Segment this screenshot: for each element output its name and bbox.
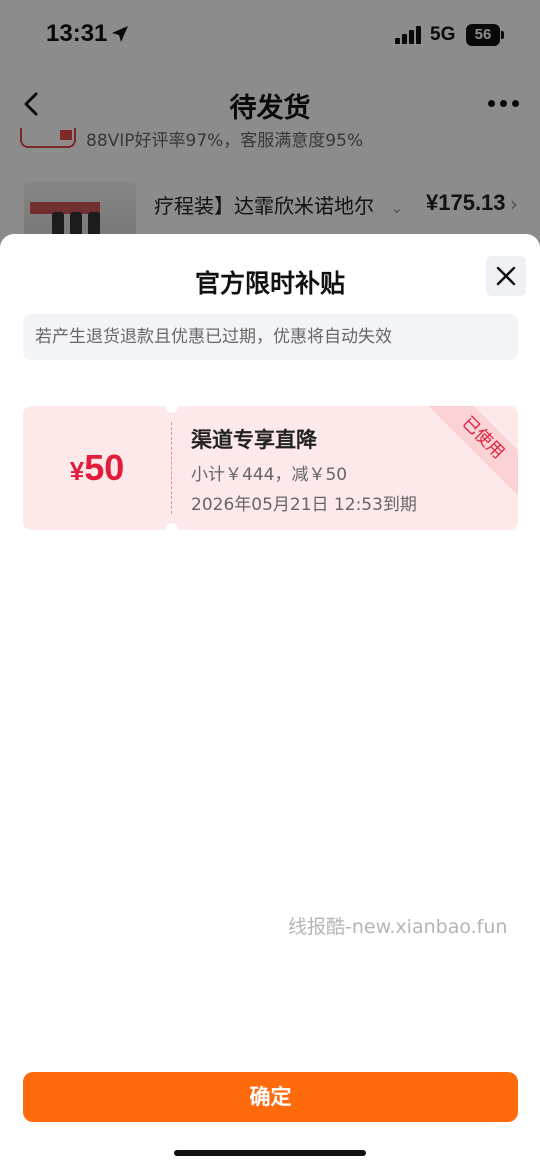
close-button[interactable] — [486, 256, 526, 296]
coupon-expiry: 2026年05月21日 12:53到期 — [191, 495, 417, 515]
coupon-detail: 小计￥444，减￥50 — [191, 465, 348, 485]
close-icon — [496, 266, 516, 286]
used-status-ribbon: 已使用 — [418, 406, 518, 503]
coupon-value: 50 — [84, 447, 125, 488]
watermark: 线报酷-new.xianbao.fun — [288, 916, 508, 938]
coupon-amount: ¥50 — [23, 406, 171, 530]
coupon-name: 渠道专享直降 — [191, 428, 317, 452]
expiry-notice: 若产生退货退款且优惠已过期，优惠将自动失效 — [23, 314, 518, 360]
home-indicator[interactable] — [174, 1150, 366, 1156]
sheet-title: 官方限时补贴 — [194, 269, 345, 298]
coupon-currency: ¥ — [69, 456, 85, 486]
coupon-card: ¥50 渠道专享直降 小计￥444，减￥50 2026年05月21日 12:53… — [23, 406, 518, 530]
coupon-notch-bottom — [165, 523, 179, 530]
subsidy-bottom-sheet: 官方限时补贴 若产生退货退款且优惠已过期，优惠将自动失效 ¥50 渠道专享直降 … — [0, 234, 540, 1168]
confirm-button[interactable]: 确定 — [23, 1072, 518, 1122]
coupon-divider — [171, 422, 172, 514]
